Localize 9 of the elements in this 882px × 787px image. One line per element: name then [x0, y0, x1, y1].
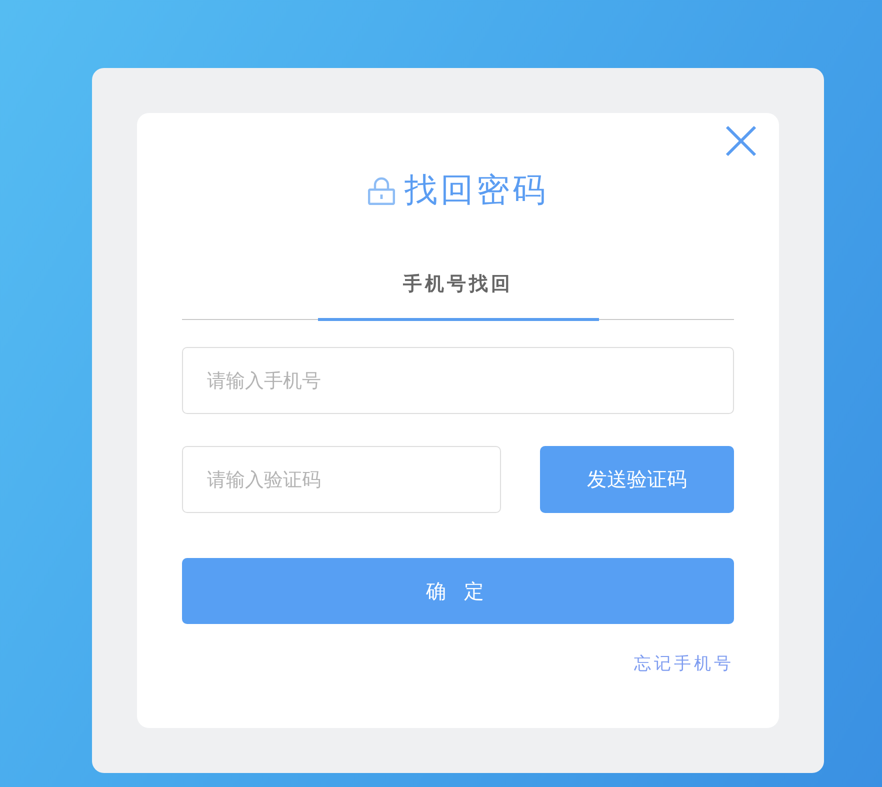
- tab[interactable]: 手机号找回: [318, 261, 598, 321]
- phone-input-field[interactable]: 请输入手机号: [182, 347, 734, 414]
- code-input-field[interactable]: 请输入验证码: [182, 446, 501, 513]
- close-button[interactable]: [725, 125, 757, 157]
- confirm-button[interactable]: 确 定: [182, 558, 734, 624]
- send-code-button[interactable]: 发送验证码: [540, 446, 734, 513]
- lock-icon: [368, 177, 394, 205]
- dialog-title: 找回密码: [404, 172, 548, 211]
- forgot-phone-link[interactable]: 忘记手机号: [634, 652, 734, 675]
